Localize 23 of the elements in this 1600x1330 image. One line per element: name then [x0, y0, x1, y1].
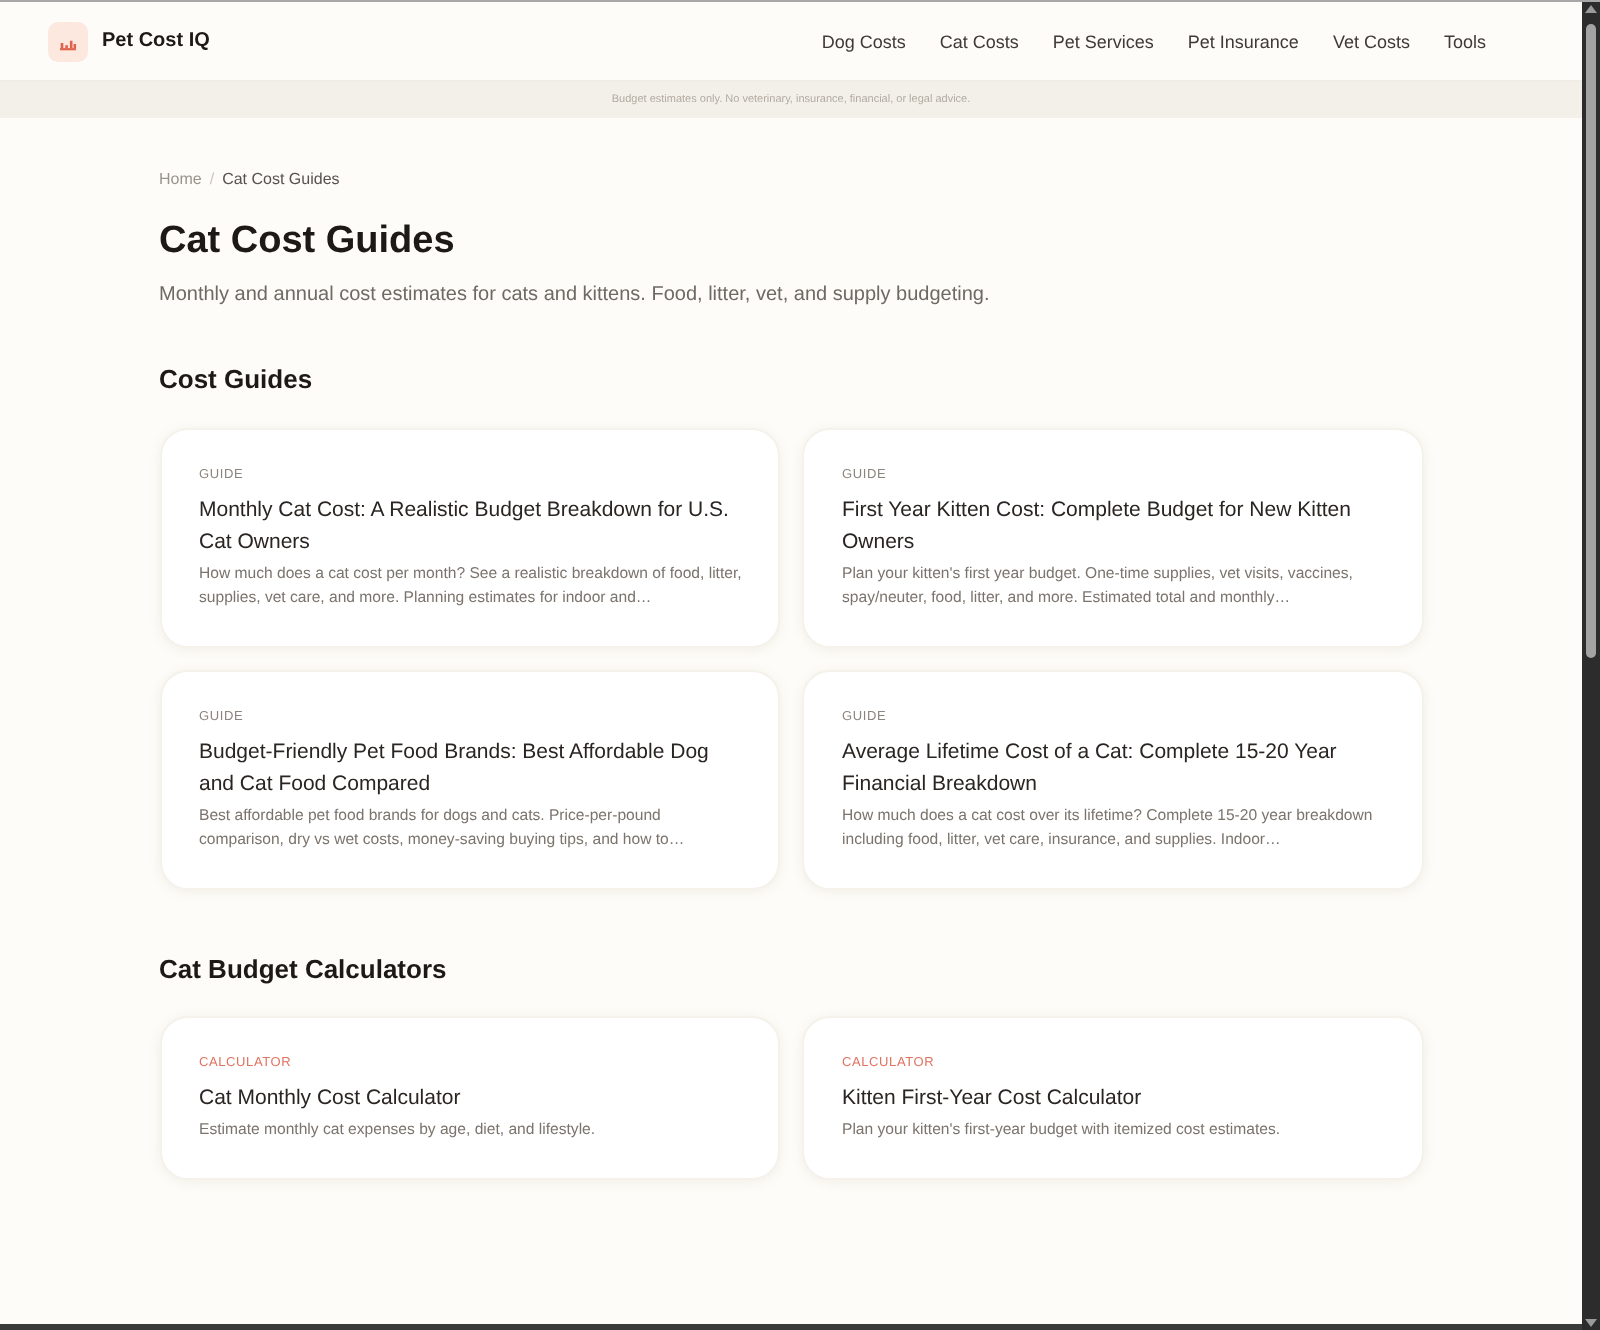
card-title: Cat Monthly Cost Calculator	[199, 1084, 463, 1114]
nav-link[interactable]: Dog Costs	[821, 31, 906, 51]
site-name-link[interactable]: Pet Cost IQ	[102, 30, 210, 52]
card-title: Monthly Cat Cost: A Realistic Budget Breakdown for U.S. Cat Owners	[199, 496, 731, 558]
chart-logo-icon[interactable]	[48, 21, 88, 61]
nav-link[interactable]: Vet Costs	[1332, 31, 1410, 51]
card-title: Kitten First-Year Cost Calculator	[842, 1084, 1144, 1114]
section-heading: Cat Budget Calculators	[159, 952, 449, 988]
card-title: Average Lifetime Cost of a Cat: Complete 15-20 Year Financial Breakdown	[842, 738, 1339, 800]
scrollbar-thumb[interactable]	[1586, 24, 1596, 658]
breadcrumb-separator: /	[209, 169, 215, 187]
down-arrow-icon[interactable]	[1582, 1316, 1600, 1330]
card-title: First Year Kitten Cost: Complete Budget for New Kitten Owners	[842, 496, 1353, 558]
page-title: Cat Cost Guides	[159, 218, 457, 266]
section-heading: Cost Guides	[159, 362, 315, 398]
nav-link[interactable]: Pet Insurance	[1187, 31, 1299, 51]
nav-link[interactable]: Cat Costs	[939, 31, 1019, 51]
page-subtitle: Monthly and annual cost estimates for cats and kittens. Food, litter, vet, and supply budgeting.	[159, 282, 992, 310]
card-title: Budget-Friendly Pet Food Brands: Best Affordable Dog and Cat Food Compared	[199, 738, 711, 800]
up-arrow-icon[interactable]	[1582, 2, 1600, 16]
breadcrumb-current: Cat Cost Guides	[222, 169, 340, 187]
nav-link[interactable]: Tools	[1443, 31, 1486, 51]
nav-link[interactable]: Pet Services	[1052, 31, 1154, 51]
